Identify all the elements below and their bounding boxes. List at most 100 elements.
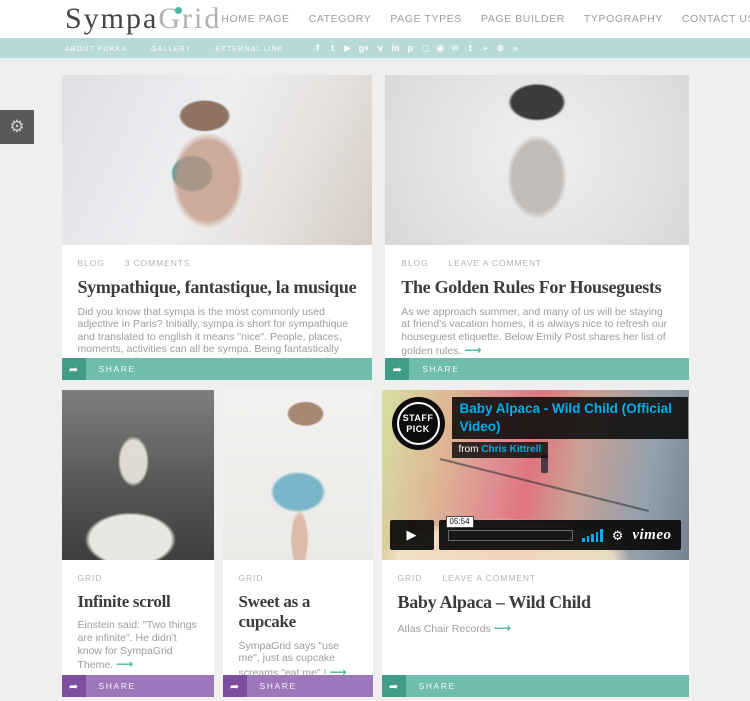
post-excerpt: Atlas Chair Records ⟶ xyxy=(397,620,512,635)
vimeo-icon[interactable]: v xyxy=(376,43,384,53)
google-plus-icon[interactable]: g+ xyxy=(359,43,370,53)
post-thumbnail[interactable] xyxy=(222,390,373,560)
posts-grid: BLOG 3 COMMENTS Sympathique, fantastique… xyxy=(61,58,689,697)
share-label: SHARE xyxy=(98,681,136,691)
secondary-nav: ABOUT PUKKA GALLERY EXTERNAL LINK xyxy=(65,44,284,53)
share-label: SHARE xyxy=(418,681,456,691)
rss-icon[interactable]: » xyxy=(511,43,519,53)
post-card: BLOG 3 COMMENTS Sympathique, fantastique… xyxy=(61,75,373,380)
site-header: SympaGrid HOME PAGE CATEGORY PAGE TYPES PAG… xyxy=(0,0,750,38)
nav-item-contact-us[interactable]: CONTACT US xyxy=(682,13,750,25)
post-comments-link[interactable]: LEAVE A COMMENT xyxy=(449,258,543,268)
subnav-item-external-link[interactable]: EXTERNAL LINK xyxy=(215,44,283,53)
share-button[interactable]: ➦ SHARE xyxy=(61,358,373,380)
linkedin-icon[interactable]: in xyxy=(391,43,399,53)
share-arrow-icon: ➦ xyxy=(61,675,86,697)
dribbble-icon[interactable]: ◉ xyxy=(436,43,444,53)
pinterest-icon[interactable]: p xyxy=(406,43,414,53)
nav-item-typography[interactable]: TYPOGRAPHY xyxy=(584,13,663,25)
main-nav: HOME PAGE CATEGORY PAGE TYPES PAGE BUILDER T… xyxy=(221,13,750,25)
globe-icon[interactable]: ⊕ xyxy=(496,43,505,53)
secondary-bar: ABOUT PUKKA GALLERY EXTERNAL LINK f t ▶ g+ v in… xyxy=(0,38,750,58)
share-button[interactable]: ➦ SHARE xyxy=(385,358,689,380)
nav-item-page-types[interactable]: PAGE TYPES xyxy=(390,13,462,25)
facebook-icon[interactable]: f xyxy=(314,43,322,53)
read-more-arrow[interactable]: ⟶ xyxy=(329,665,346,675)
post-title[interactable]: Infinite scroll xyxy=(78,592,198,612)
post-card: STAFF PICK Baby Alpaca - Wild Child (Off… xyxy=(381,390,689,697)
share-arrow-icon: ➦ xyxy=(61,358,86,380)
post-category-link[interactable]: BLOG xyxy=(78,258,105,268)
post-body: BLOG LEAVE A COMMENT The Golden Rules Fo… xyxy=(385,245,688,358)
read-more-arrow[interactable]: ⟶ xyxy=(464,343,481,357)
vimeo-logo[interactable]: vimeo xyxy=(632,527,671,544)
social-icons: f t ▶ g+ v in p ◻ ◉ ✉ t ➢ ⊕» xyxy=(314,43,520,53)
video-player[interactable]: STAFF PICK Baby Alpaca - Wild Child (Off… xyxy=(381,390,689,560)
share-button[interactable]: ➦ SHARE xyxy=(381,675,689,697)
subnav-item-about-pukka[interactable]: ABOUT PUKKA xyxy=(65,44,127,53)
nav-item-category[interactable]: CATEGORY xyxy=(309,13,372,25)
video-title-overlay: Baby Alpaca - Wild Child (Official Video… xyxy=(451,397,688,459)
video-settings-icon[interactable]: ⚙ xyxy=(612,529,624,542)
video-title[interactable]: Baby Alpaca - Wild Child (Official Video… xyxy=(451,397,688,440)
video-author-link[interactable]: Chris Kittrell xyxy=(481,444,541,455)
share-label: SHARE xyxy=(422,364,460,374)
twitter-icon[interactable]: t xyxy=(329,43,337,53)
share-arrow-icon: ➦ xyxy=(381,675,406,697)
paper-plane-icon[interactable]: ➢ xyxy=(481,43,490,53)
post-excerpt: As we approach summer, and many of us wi… xyxy=(401,305,668,358)
post-excerpt: Did you know that sympa is the most comm… xyxy=(77,305,349,358)
post-title[interactable]: The Golden Rules For Houseguests xyxy=(401,277,672,299)
share-label: SHARE xyxy=(259,681,297,691)
tumblr-icon[interactable]: t xyxy=(466,43,474,53)
post-category-link[interactable]: GRID xyxy=(78,573,103,583)
instagram-icon[interactable]: ◻ xyxy=(421,43,429,53)
video-control-bar: 05:54 ⚙ vimeo xyxy=(438,515,681,550)
post-card: BLOG LEAVE A COMMENT The Golden Rules Fo… xyxy=(385,75,689,380)
read-more-arrow[interactable]: ⟶ xyxy=(494,621,511,635)
post-category-link[interactable]: GRID xyxy=(239,573,264,583)
post-card: GRID Sweet as a cupcake SympaGrid says "… xyxy=(222,390,373,697)
video-timeline[interactable]: 05:54 xyxy=(445,515,574,541)
share-arrow-icon: ➦ xyxy=(385,358,410,380)
post-body: GRID Infinite scroll Einstein said: "Two… xyxy=(62,560,214,675)
play-button[interactable]: ▶ xyxy=(389,520,434,550)
post-title[interactable]: Sweet as a cupcake xyxy=(239,592,357,633)
post-body: GRID LEAVE A COMMENT Baby Alpaca – Wild … xyxy=(382,560,689,675)
share-button[interactable]: ➦ SHARE xyxy=(61,675,214,697)
logo-part-1: Sympa xyxy=(65,2,159,35)
video-duration: 05:54 xyxy=(445,515,474,528)
gear-icon: ⚙ xyxy=(9,117,25,136)
share-arrow-icon: ➦ xyxy=(222,675,247,697)
post-comments-link[interactable]: 3 COMMENTS xyxy=(125,258,191,268)
post-category-link[interactable]: GRID xyxy=(398,573,423,583)
post-thumbnail[interactable] xyxy=(61,75,373,245)
site-logo[interactable]: SympaGrid xyxy=(65,4,221,34)
post-excerpt: Einstein said: "Two things are infinite"… xyxy=(77,619,197,672)
post-category-link[interactable]: BLOG xyxy=(401,258,428,268)
read-more-arrow[interactable]: ⟶ xyxy=(116,657,133,671)
nav-item-home-page[interactable]: HOME PAGE xyxy=(221,13,289,25)
nav-item-page-builder[interactable]: PAGE BUILDER xyxy=(481,13,565,25)
post-thumbnail[interactable] xyxy=(61,390,214,560)
post-title[interactable]: Baby Alpaca – Wild Child xyxy=(398,592,673,614)
email-icon[interactable]: ✉ xyxy=(451,43,460,53)
volume-icon[interactable] xyxy=(582,528,603,542)
post-thumbnail[interactable] xyxy=(385,75,689,245)
post-body: GRID Sweet as a cupcake SympaGrid says "… xyxy=(223,560,373,675)
video-controls: ▶ 05:54 ⚙ vimeo xyxy=(389,515,681,550)
youtube-icon[interactable]: ▶ xyxy=(344,43,352,53)
video-byline: from Chris Kittrell xyxy=(451,442,549,459)
post-comments-link[interactable]: LEAVE A COMMENT xyxy=(442,573,536,583)
subnav-item-gallery[interactable]: GALLERY xyxy=(151,44,191,53)
staff-pick-badge: STAFF PICK xyxy=(391,397,445,450)
logo-dot xyxy=(175,7,182,14)
post-title[interactable]: Sympathique, fantastique, la musique xyxy=(78,277,357,299)
share-label: SHARE xyxy=(98,364,136,374)
logo-part-2: Grid xyxy=(158,2,222,35)
post-body: BLOG 3 COMMENTS Sympathique, fantastique… xyxy=(62,245,373,358)
post-card: GRID Infinite scroll Einstein said: "Two… xyxy=(61,390,214,697)
post-excerpt: SympaGrid says "use me", just as cupcake… xyxy=(239,640,357,675)
share-button[interactable]: ➦ SHARE xyxy=(222,675,373,697)
theme-settings-toggle[interactable]: ⚙ xyxy=(0,110,34,144)
